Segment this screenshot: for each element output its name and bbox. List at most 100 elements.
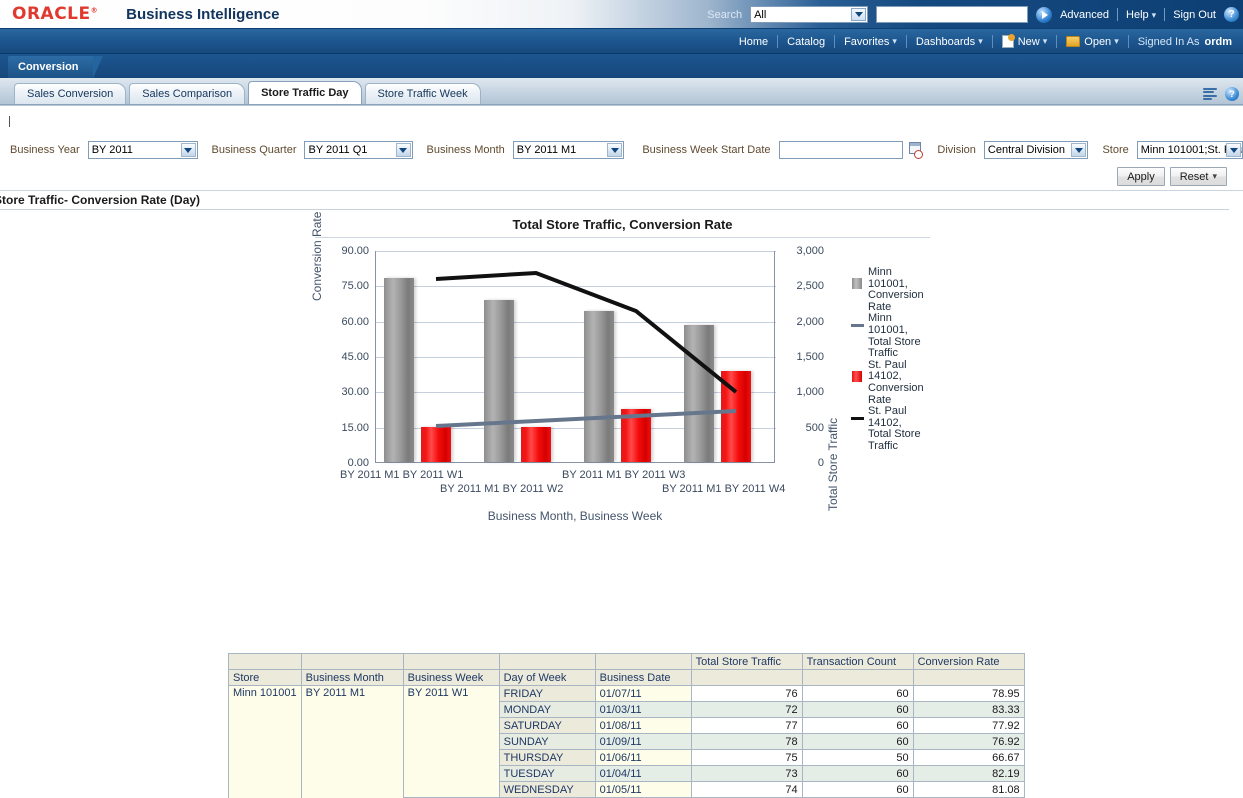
reset-button[interactable]: Reset▾ [1170, 167, 1227, 186]
chevron-down-icon[interactable] [181, 143, 196, 157]
header-total-store-traffic[interactable]: Total Store Traffic [691, 654, 802, 670]
cell-business-date[interactable]: 01/06/11 [595, 750, 691, 766]
legend-label: St. Paul 14102, Total Store Traffic [868, 406, 956, 452]
sign-out-link[interactable]: Sign Out [1173, 9, 1216, 21]
cell-total-store-traffic: 74 [691, 782, 802, 798]
header-day-of-week[interactable]: Day of Week [499, 670, 595, 686]
cell-business-date[interactable]: 01/05/11 [595, 782, 691, 798]
legend-item[interactable]: St. Paul 14102, Conversion Rate [846, 360, 956, 406]
cell-business-date[interactable]: 01/07/11 [595, 686, 691, 702]
tab-store-traffic-day[interactable]: Store Traffic Day [248, 81, 361, 104]
header-transaction-count[interactable]: Transaction Count [802, 654, 913, 670]
cell-day-of-week[interactable]: SATURDAY [499, 718, 595, 734]
advanced-link[interactable]: Advanced [1060, 9, 1109, 21]
header-business-date[interactable]: Business Date [595, 670, 691, 686]
nav-catalog[interactable]: Catalog [778, 29, 834, 54]
cell-total-store-traffic: 75 [691, 750, 802, 766]
cell-business-month[interactable]: BY 2011 M1 [301, 686, 403, 798]
chevron-down-icon[interactable] [607, 143, 622, 157]
search-scope-select[interactable]: All [750, 6, 868, 23]
legend-item[interactable]: Minn 101001, Total Store Traffic [846, 313, 956, 359]
dim-header-row: Store Business Month Business Week Day o… [229, 670, 1025, 686]
line-minn-total-traffic [436, 411, 736, 426]
cell-conversion-rate: 78.95 [913, 686, 1024, 702]
search-input[interactable] [876, 6, 1028, 23]
label-division: Division [937, 144, 976, 156]
cell-business-date[interactable]: 01/08/11 [595, 718, 691, 734]
legend-item[interactable]: Minn 101001, Conversion Rate [846, 267, 956, 313]
cell-business-date[interactable]: 01/03/11 [595, 702, 691, 718]
chevron-down-icon[interactable] [851, 8, 866, 21]
nav-favorites[interactable]: Favorites▾ [835, 29, 906, 54]
cell-transaction-count: 60 [802, 702, 913, 718]
cell-day-of-week[interactable]: TUESDAY [499, 766, 595, 782]
nav-home[interactable]: Home [730, 29, 777, 54]
dashboard-content: Business Year BY 2011 Business Quarter B… [0, 105, 1243, 531]
page-options-icon[interactable] [1203, 87, 1219, 101]
chevron-down-icon[interactable] [396, 143, 411, 157]
search-label: Search [707, 9, 742, 21]
header-spacer [691, 670, 802, 686]
text-cursor [9, 116, 10, 127]
help-circle-icon[interactable]: ? [1224, 7, 1239, 22]
chart-line-series [376, 251, 776, 463]
cell-day-of-week[interactable]: THURSDAY [499, 750, 595, 766]
dashboard-name-tab[interactable]: Conversion [8, 56, 93, 78]
divider [0, 209, 1229, 210]
division-select[interactable]: Central Division [984, 141, 1089, 159]
signed-in-as: Signed In As ordm [1129, 29, 1241, 54]
legend-swatch-bar-gray-icon [846, 267, 868, 313]
cell-day-of-week[interactable]: SUNDAY [499, 734, 595, 750]
cell-transaction-count: 60 [802, 686, 913, 702]
header-store[interactable]: Store [229, 670, 302, 686]
business-week-start-date-input[interactable] [779, 141, 903, 159]
nav-open[interactable]: Open▾ [1057, 29, 1127, 54]
cell-business-date[interactable]: 01/09/11 [595, 734, 691, 750]
x-tick: BY 2011 M1 BY 2011 W3 [562, 469, 685, 481]
division-value: Central Division [988, 144, 1065, 156]
calendar-icon[interactable] [909, 142, 924, 159]
search-go-icon[interactable] [1036, 7, 1052, 23]
cell-total-store-traffic: 76 [691, 686, 802, 702]
cell-day-of-week[interactable]: FRIDAY [499, 686, 595, 702]
tab-sales-comparison[interactable]: Sales Comparison [129, 83, 245, 104]
nav-new[interactable]: New▾ [993, 29, 1057, 54]
table-row[interactable]: Minn 101001 BY 2011 M1 BY 2011 W1 FRIDAY… [229, 686, 1025, 702]
business-year-select[interactable]: BY 2011 [88, 141, 198, 159]
legend-swatch-line-black-icon [846, 406, 868, 452]
header-conversion-rate[interactable]: Conversion Rate [913, 654, 1024, 670]
open-folder-icon [1066, 36, 1080, 47]
divider [315, 237, 930, 238]
nav-dashboards[interactable]: Dashboards▾ [907, 29, 992, 54]
legend-swatch-bar-red-icon [846, 360, 868, 406]
y2-tick: 1,500 [780, 351, 824, 363]
cell-store[interactable]: Minn 101001 [229, 686, 302, 798]
chart-x-axis-label: Business Month, Business Week [375, 509, 775, 523]
header-business-month[interactable]: Business Month [301, 670, 403, 686]
cell-business-week[interactable]: BY 2011 W1 [403, 686, 499, 798]
cell-day-of-week[interactable]: MONDAY [499, 702, 595, 718]
legend-item[interactable]: St. Paul 14102, Total Store Traffic [846, 406, 956, 452]
header-business-week[interactable]: Business Week [403, 670, 499, 686]
business-quarter-select[interactable]: BY 2011 Q1 [304, 141, 412, 159]
business-month-select[interactable]: BY 2011 M1 [513, 141, 625, 159]
chevron-down-icon[interactable] [1071, 143, 1086, 157]
chevron-down-icon[interactable] [1226, 143, 1241, 157]
oracle-logo-text: ORACLE [12, 4, 91, 24]
label-business-year: Business Year [10, 144, 80, 156]
cell-business-date[interactable]: 01/04/11 [595, 766, 691, 782]
apply-button[interactable]: Apply [1117, 167, 1165, 186]
brand-bar-right: Search All Advanced Help▾ Sign Out ? [707, 0, 1243, 29]
report-title: Store Traffic- Conversion Rate (Day) [0, 193, 200, 207]
help-menu[interactable]: Help▾ [1126, 9, 1156, 21]
tab-sales-conversion[interactable]: Sales Conversion [14, 83, 126, 104]
tab-store-traffic-week[interactable]: Store Traffic Week [365, 83, 481, 104]
store-select[interactable]: Minn 101001;St. Paul [1137, 141, 1243, 159]
cell-transaction-count: 60 [802, 766, 913, 782]
cell-day-of-week[interactable]: WEDNESDAY [499, 782, 595, 798]
help-circle-icon[interactable]: ? [1225, 87, 1239, 101]
cell-conversion-rate: 82.19 [913, 766, 1024, 782]
cell-transaction-count: 60 [802, 734, 913, 750]
y-tick: 30.00 [323, 386, 369, 398]
measure-header-row: Total Store Traffic Transaction Count Co… [229, 654, 1025, 670]
